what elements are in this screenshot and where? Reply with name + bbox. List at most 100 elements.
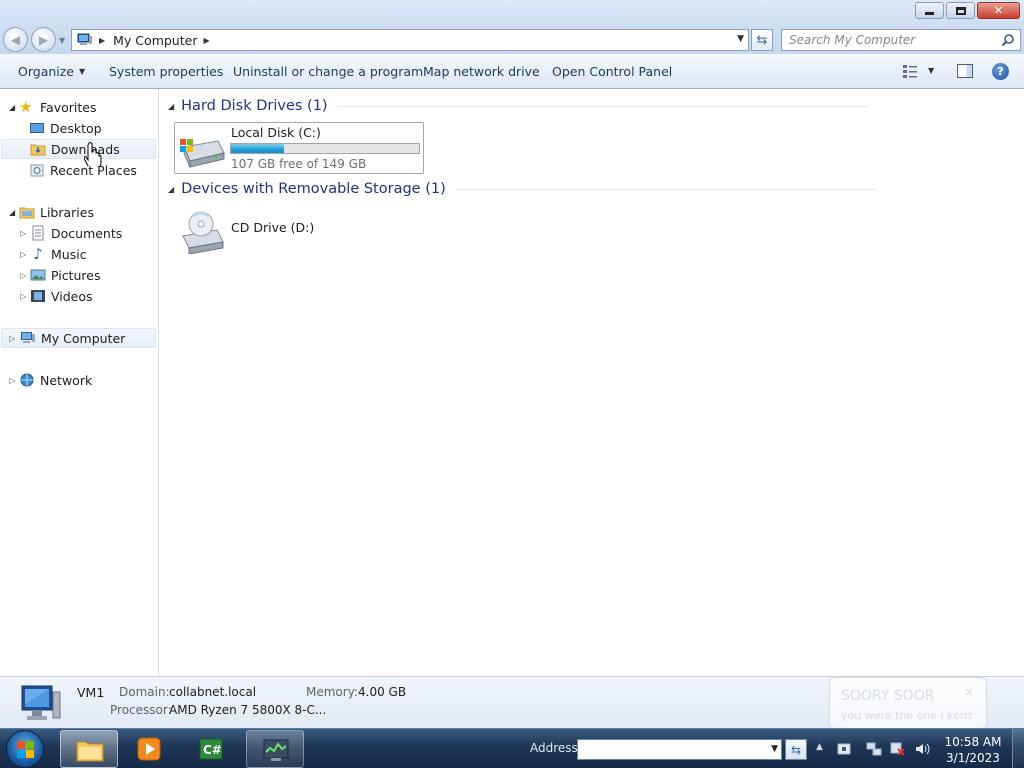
expand-my-computer-icon[interactable]: ▷	[9, 334, 15, 343]
organize-label: Organize	[18, 64, 74, 79]
forward-button[interactable]: ▶	[31, 27, 56, 52]
start-button[interactable]	[6, 730, 44, 768]
clock[interactable]: 10:58 AM 3/1/2023	[940, 734, 1006, 766]
close-icon[interactable]: ×	[964, 685, 974, 699]
title-bar: ✕	[0, 0, 1024, 24]
nav-pictures-label: Pictures	[51, 267, 101, 283]
nav-my-computer-label: My Computer	[41, 330, 126, 346]
folder-icon	[76, 741, 104, 762]
nav-favorites-label: Favorites	[40, 99, 97, 115]
nav-documents[interactable]: Documents	[30, 223, 122, 243]
back-button[interactable]: ◀	[3, 27, 28, 52]
uninstall-program-button[interactable]: Uninstall or change a program	[233, 54, 423, 89]
preview-pane-icon[interactable]	[957, 64, 973, 78]
group-header-removable-storage[interactable]: ◢ Devices with Removable Storage (1)	[168, 181, 876, 197]
nav-favorites[interactable]: ★ Favorites	[19, 97, 96, 117]
recent-pages-dropdown-icon[interactable]: ▼	[59, 36, 65, 45]
organize-button[interactable]: Organize ▼	[18, 54, 85, 89]
search-input[interactable]	[782, 30, 992, 50]
open-control-panel-button[interactable]: Open Control Panel	[552, 54, 672, 89]
network-status-icon[interactable]	[866, 741, 882, 757]
expand-network-icon[interactable]: ▷	[9, 376, 15, 385]
address-row: ◀ ▶ ▼ ▶ My Computer ▶ ▼ ⇆	[0, 24, 1024, 54]
processor-label: Processor:	[110, 703, 172, 717]
nav-videos[interactable]: Videos	[30, 286, 93, 306]
nav-pictures[interactable]: Pictures	[30, 265, 101, 285]
expand-videos-icon[interactable]: ▷	[20, 292, 26, 301]
show-desktop-button[interactable]	[1012, 729, 1024, 768]
svg-text:C#: C#	[203, 743, 222, 757]
notification-popup[interactable]: SOORY SOOR × you were the one i kerrr	[829, 677, 987, 729]
taskbar-address-go-button[interactable]: ⇆	[785, 739, 807, 760]
documents-icon	[32, 225, 44, 241]
breadcrumb-my-computer[interactable]: My Computer	[113, 33, 197, 48]
group-header-hard-disk-drives[interactable]: ◢ Hard Disk Drives (1)	[168, 98, 868, 114]
map-network-drive-button[interactable]: Map network drive	[423, 54, 540, 89]
collapse-libraries-icon[interactable]: ◢	[9, 208, 15, 217]
taskbar-media-player-button[interactable]	[120, 730, 178, 768]
view-options-dropdown-icon[interactable]: ▼	[928, 66, 934, 75]
search-box[interactable]	[781, 29, 1021, 51]
collapse-favorites-icon[interactable]: ◢	[9, 103, 15, 112]
drive-tile-c[interactable]: Local Disk (C:) 107 GB free of 149 GB	[174, 122, 424, 174]
memory-value: 4.00 GB	[358, 685, 407, 699]
help-icon[interactable]: ?	[992, 63, 1009, 80]
breadcrumb-separator-icon[interactable]: ▶	[99, 36, 105, 45]
taskbar-csharp-app-button[interactable]: C#	[182, 730, 240, 768]
computer-icon	[21, 332, 35, 343]
nav-recent-places-label: Recent Places	[50, 162, 137, 178]
film-strip-icon	[31, 290, 45, 302]
action-center-icon[interactable]	[836, 741, 852, 757]
command-bar: Organize ▼ System properties Uninstall o…	[0, 54, 1024, 89]
taskbar-explorer-button[interactable]	[60, 730, 118, 768]
downloads-folder-icon	[30, 144, 46, 156]
nav-downloads[interactable]: Downloads	[1, 139, 156, 159]
group-divider	[337, 105, 868, 107]
windows-logo-icon	[17, 741, 34, 758]
expand-pictures-icon[interactable]: ▷	[20, 271, 26, 280]
domain-label: Domain:	[119, 685, 170, 699]
restore-icon	[955, 6, 966, 15]
capacity-bar-fill	[231, 144, 284, 153]
taskbar-system-app-button[interactable]	[246, 730, 304, 768]
show-hidden-icons-icon[interactable]: ▲	[816, 742, 823, 752]
network-icon	[20, 373, 34, 387]
pictures-icon	[30, 269, 46, 281]
collapse-group-icon[interactable]: ◢	[168, 102, 174, 111]
change-view-icon[interactable]	[902, 64, 918, 78]
computer-icon	[21, 685, 61, 720]
volume-icon[interactable]	[914, 741, 930, 757]
taskbar-address-input[interactable]	[578, 740, 764, 759]
nav-music[interactable]: ♪ Music	[30, 244, 86, 264]
refresh-button[interactable]: ⇆	[751, 29, 773, 51]
expand-music-icon[interactable]: ▷	[20, 250, 26, 259]
breadcrumb-separator-icon[interactable]: ▶	[203, 36, 209, 45]
drive-name: CD Drive (D:)	[231, 220, 315, 235]
taskbar-address-box[interactable]: ▼	[577, 739, 782, 760]
system-monitor-icon	[263, 739, 289, 761]
expand-documents-icon[interactable]: ▷	[20, 229, 26, 238]
collapse-group-icon[interactable]: ◢	[168, 185, 174, 194]
close-button[interactable]: ✕	[977, 2, 1020, 19]
drive-tile-d[interactable]: CD Drive (D:)	[174, 206, 374, 258]
nav-my-computer[interactable]: My Computer	[1, 328, 156, 348]
nav-network[interactable]: Network	[19, 370, 92, 390]
nav-recent-places[interactable]: Recent Places	[29, 160, 137, 180]
nav-desktop[interactable]: Desktop	[29, 118, 102, 138]
minimize-button[interactable]	[915, 2, 944, 19]
memory-label: Memory:	[306, 685, 358, 699]
libraries-icon	[19, 207, 35, 219]
system-properties-button[interactable]: System properties	[109, 54, 223, 89]
chevron-down-icon[interactable]: ▼	[771, 744, 778, 754]
maximize-button[interactable]	[946, 2, 975, 19]
notification-title: SOORY SOOR	[841, 688, 935, 704]
media-player-icon	[137, 737, 161, 761]
taskbar-address-label: Address	[530, 741, 578, 755]
star-icon: ★	[19, 98, 33, 116]
domain-value: collabnet.local	[169, 685, 257, 699]
search-icon[interactable]	[1001, 33, 1015, 47]
address-history-dropdown-icon[interactable]: ▼	[737, 34, 744, 44]
address-bar[interactable]: ▶ My Computer ▶ ▼	[71, 29, 749, 51]
network-disconnected-icon[interactable]	[890, 741, 906, 757]
nav-libraries[interactable]: Libraries	[19, 202, 94, 222]
